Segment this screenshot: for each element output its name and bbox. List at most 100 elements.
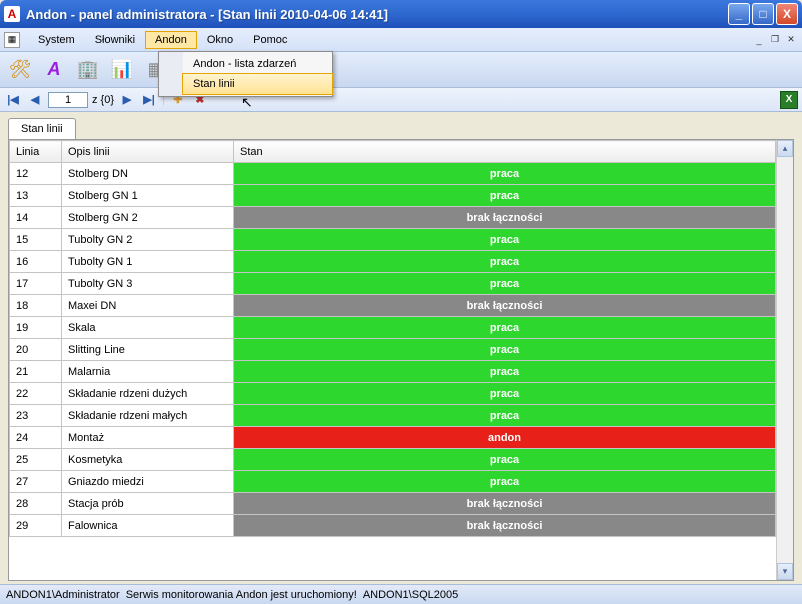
cell-stan: praca — [234, 317, 776, 339]
cell-opis: Malarnia — [62, 361, 234, 383]
menu-item-okno[interactable]: Okno — [197, 31, 243, 49]
cell-opis: Gniazdo miedzi — [62, 471, 234, 493]
cell-linia: 14 — [10, 207, 62, 229]
vertical-scrollbar[interactable]: ▴ ▾ — [776, 140, 793, 580]
status-db: ANDON1\SQL2005 — [363, 589, 458, 601]
cell-opis: Stacja prób — [62, 493, 234, 515]
nav-next-icon[interactable]: ▶ — [118, 91, 136, 109]
mdi-document-icon[interactable]: ▦ — [4, 32, 20, 48]
cell-stan: praca — [234, 273, 776, 295]
table-row[interactable]: 19Skalapraca — [10, 317, 776, 339]
maximize-button[interactable]: □ — [752, 3, 774, 25]
menu-item-pomoc[interactable]: Pomoc — [243, 31, 297, 49]
table-row[interactable]: 24Montażandon — [10, 427, 776, 449]
cell-opis: Maxei DN — [62, 295, 234, 317]
dropdown-item[interactable]: Andon - lista zdarzeń — [183, 54, 332, 74]
cell-opis: Stolberg GN 2 — [62, 207, 234, 229]
mdi-close-icon[interactable]: ✕ — [784, 33, 798, 47]
cell-stan: praca — [234, 471, 776, 493]
tab-stan-linii[interactable]: Stan linii — [8, 118, 76, 139]
table-row[interactable]: 18Maxei DNbrak łączności — [10, 295, 776, 317]
cell-linia: 25 — [10, 449, 62, 471]
menu-item-andon[interactable]: Andon — [145, 31, 197, 49]
table-row[interactable]: 12Stolberg DNpraca — [10, 163, 776, 185]
nav-total-label: z {0} — [92, 94, 114, 106]
cell-linia: 18 — [10, 295, 62, 317]
cell-stan: praca — [234, 405, 776, 427]
menu-item-system[interactable]: System — [28, 31, 85, 49]
cell-opis: Tubolty GN 2 — [62, 229, 234, 251]
cell-linia: 20 — [10, 339, 62, 361]
column-header[interactable]: Linia — [10, 141, 62, 163]
cell-opis: Kosmetyka — [62, 449, 234, 471]
cell-linia: 24 — [10, 427, 62, 449]
table-row[interactable]: 14Stolberg GN 2brak łączności — [10, 207, 776, 229]
tools-icon[interactable]: 🛠 — [6, 56, 34, 84]
cursor-icon: ↖ — [241, 94, 253, 111]
table-row[interactable]: 21Malarniapraca — [10, 361, 776, 383]
cell-opis: Składanie rdzeni małych — [62, 405, 234, 427]
lines-table: LiniaOpis liniiStan 12Stolberg DNpraca13… — [9, 140, 776, 537]
table-row[interactable]: 27Gniazdo miedzipraca — [10, 471, 776, 493]
nav-last-icon[interactable]: ▶| — [140, 91, 158, 109]
cell-stan: andon — [234, 427, 776, 449]
andon-dropdown-menu: Andon - lista zdarzeńStan linii ↖ — [158, 51, 333, 97]
scroll-down-icon[interactable]: ▾ — [777, 563, 793, 580]
cell-stan: brak łączności — [234, 295, 776, 317]
status-user: ANDON1\Administrator — [6, 589, 120, 601]
table-row[interactable]: 20Slitting Linepraca — [10, 339, 776, 361]
cell-stan: praca — [234, 251, 776, 273]
export-excel-icon[interactable]: X — [780, 91, 798, 109]
font-icon[interactable]: A — [40, 56, 68, 84]
cell-linia: 12 — [10, 163, 62, 185]
statusbar: ANDON1\Administrator Serwis monitorowani… — [0, 584, 802, 604]
mdi-restore-icon[interactable]: ❐ — [768, 33, 782, 47]
cell-linia: 21 — [10, 361, 62, 383]
record-navigator: |◀ ◀ z {0} ▶ ▶| | ✚ ✖ X — [0, 88, 802, 112]
cell-linia: 15 — [10, 229, 62, 251]
mdi-controls: _ ❐ ✕ — [752, 33, 798, 47]
table-row[interactable]: 29Falownicabrak łączności — [10, 515, 776, 537]
menu-item-słowniki[interactable]: Słowniki — [85, 31, 145, 49]
menubar: ▦ SystemSłownikiAndonOknoPomoc _ ❐ ✕ And… — [0, 28, 802, 52]
cell-opis: Tubolty GN 1 — [62, 251, 234, 273]
nav-first-icon[interactable]: |◀ — [4, 91, 22, 109]
cell-linia: 16 — [10, 251, 62, 273]
table-row[interactable]: 28Stacja próbbrak łączności — [10, 493, 776, 515]
scroll-up-icon[interactable]: ▴ — [777, 140, 793, 157]
mdi-minimize-icon[interactable]: _ — [752, 33, 766, 47]
table-row[interactable]: 17Tubolty GN 3praca — [10, 273, 776, 295]
window-titlebar: A Andon - panel administratora - [Stan l… — [0, 0, 802, 28]
cell-opis: Slitting Line — [62, 339, 234, 361]
table-row[interactable]: 16Tubolty GN 1praca — [10, 251, 776, 273]
table-row[interactable]: 23Składanie rdzeni małychpraca — [10, 405, 776, 427]
cell-stan: praca — [234, 229, 776, 251]
cell-linia: 22 — [10, 383, 62, 405]
cell-opis: Stolberg DN — [62, 163, 234, 185]
table-row[interactable]: 15Tubolty GN 2praca — [10, 229, 776, 251]
nav-current-input[interactable] — [48, 92, 88, 108]
chart-icon[interactable]: 📊 — [108, 56, 136, 84]
column-header[interactable]: Stan — [234, 141, 776, 163]
cell-opis: Stolberg GN 1 — [62, 185, 234, 207]
content-area: Stan linii ▴ ▾ LiniaOpis liniiStan 12Sto… — [0, 112, 802, 592]
table-row[interactable]: 13Stolberg GN 1praca — [10, 185, 776, 207]
cell-stan: praca — [234, 449, 776, 471]
cell-stan: brak łączności — [234, 493, 776, 515]
nav-prev-icon[interactable]: ◀ — [26, 91, 44, 109]
cell-opis: Tubolty GN 3 — [62, 273, 234, 295]
minimize-button[interactable]: _ — [728, 3, 750, 25]
table-row[interactable]: 25Kosmetykapraca — [10, 449, 776, 471]
cell-stan: brak łączności — [234, 515, 776, 537]
cell-linia: 13 — [10, 185, 62, 207]
column-header[interactable]: Opis linii — [62, 141, 234, 163]
dropdown-item[interactable]: Stan linii — [182, 73, 333, 95]
close-button[interactable]: X — [776, 3, 798, 25]
building-icon[interactable]: 🏢 — [74, 56, 102, 84]
cell-linia: 29 — [10, 515, 62, 537]
cell-opis: Montaż — [62, 427, 234, 449]
table-row[interactable]: 22Składanie rdzeni dużychpraca — [10, 383, 776, 405]
window-title: Andon - panel administratora - [Stan lin… — [26, 7, 726, 22]
cell-linia: 23 — [10, 405, 62, 427]
cell-opis: Skala — [62, 317, 234, 339]
